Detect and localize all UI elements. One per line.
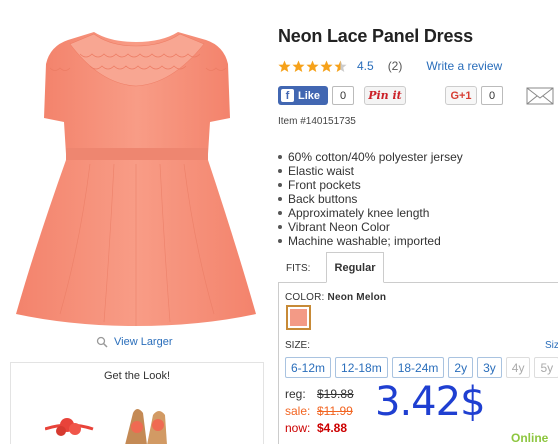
fits-tabs: FITS: Regular	[278, 252, 558, 283]
view-larger-label: View Larger	[114, 336, 173, 348]
facebook-like-count: 0	[332, 86, 354, 105]
star-half-icon	[334, 60, 347, 72]
rating-count: (2)	[387, 59, 403, 73]
view-larger-link[interactable]: View Larger	[96, 336, 173, 348]
product-title: Neon Lace Panel Dress	[278, 26, 473, 46]
now-price: now: $4.88	[285, 421, 348, 435]
write-review-link[interactable]: Write a review	[426, 59, 502, 73]
facebook-like-label: Like	[298, 89, 321, 102]
size-button[interactable]: 18-24m	[391, 357, 445, 378]
google-plus-button[interactable]: G+1	[445, 86, 477, 105]
magnifier-icon	[96, 336, 108, 348]
online-availability: Online	[511, 431, 549, 444]
star-full-icon	[306, 60, 319, 72]
price-block: reg: $19.88 sale: $11.99 now: $4.88	[285, 386, 354, 437]
size-button[interactable]: 12-18m	[335, 357, 388, 378]
size-button-disabled: 5y	[534, 357, 558, 378]
rating-stars	[278, 60, 347, 73]
feature-item: 60% cotton/40% polyester jersey	[278, 150, 463, 164]
color-swatch-neon-melon[interactable]	[286, 305, 311, 330]
star-full-icon	[292, 60, 305, 72]
rating-row: 4.5 (2) Write a review	[278, 58, 502, 74]
feature-item: Front pockets	[278, 178, 463, 192]
star-full-icon	[278, 60, 291, 72]
get-the-look-thumbnails[interactable]	[45, 395, 185, 444]
item-number: Item #140151735	[278, 116, 356, 127]
facebook-like-button[interactable]: f Like	[278, 86, 328, 105]
star-full-icon	[320, 60, 333, 72]
rating-value[interactable]: 4.5	[357, 59, 374, 73]
get-the-look-title: Get the Look!	[103, 370, 171, 382]
google-plus-count: 0	[481, 86, 503, 105]
size-label: SIZE:	[285, 340, 311, 351]
feature-item: Vibrant Neon Color	[278, 220, 463, 234]
feature-item: Approximately knee length	[278, 206, 463, 220]
fits-label: FITS:	[286, 263, 311, 274]
tab-regular[interactable]: Regular	[326, 252, 384, 283]
email-icon[interactable]	[526, 87, 554, 105]
size-chart-link[interactable]: Size	[545, 340, 558, 351]
options-panel: COLOR: Neon Melon SIZE: Size 6-12m 12-18…	[278, 282, 558, 444]
feature-list: 60% cotton/40% polyester jersey Elastic …	[278, 150, 463, 248]
social-share-row: f Like 0 Pin it G+1 0	[278, 86, 558, 106]
feature-item: Machine washable; imported	[278, 234, 463, 248]
sale-price: sale: $11.99	[285, 404, 353, 418]
get-the-look-panel: Get the Look!	[10, 362, 264, 444]
highlighted-price: 3.42$	[375, 379, 486, 425]
feature-item: Elastic waist	[278, 164, 463, 178]
size-button[interactable]: 3y	[477, 357, 502, 378]
feature-item: Back buttons	[278, 192, 463, 206]
regular-price: reg: $19.88	[285, 387, 354, 401]
size-button[interactable]: 6-12m	[285, 357, 332, 378]
color-value: Neon Melon	[327, 292, 387, 303]
product-image[interactable]	[10, 14, 262, 332]
size-button[interactable]: 2y	[448, 357, 474, 378]
size-button-disabled: 4y	[505, 357, 531, 378]
size-options: 6-12m 12-18m 18-24m 2y 3y 4y 5y	[285, 357, 558, 378]
color-label: COLOR: Neon Melon	[285, 292, 387, 303]
facebook-icon: f	[281, 89, 294, 102]
pinterest-pin-button[interactable]: Pin it	[364, 86, 406, 105]
